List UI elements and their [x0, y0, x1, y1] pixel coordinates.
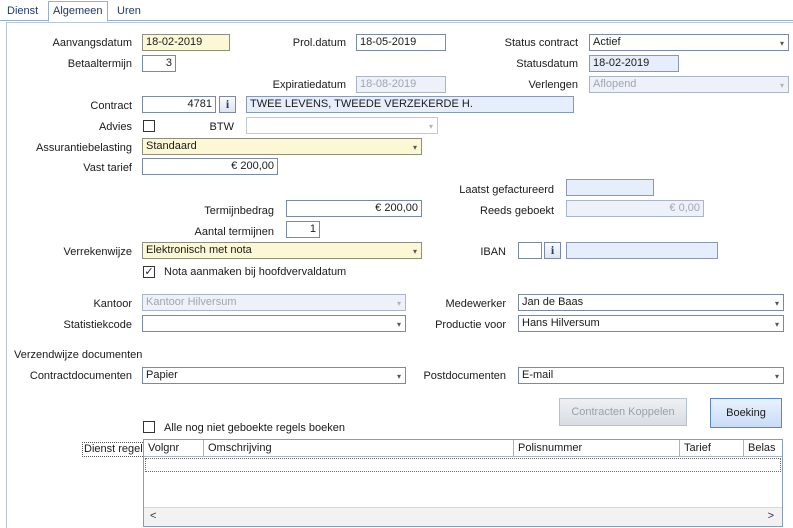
- productie-voor-dropdown[interactable]: Hans Hilversum ▾: [518, 315, 784, 332]
- expiratiedatum-field: 18-08-2019: [356, 76, 446, 93]
- column-volgnr[interactable]: Volgnr: [144, 440, 204, 457]
- laatst-gefactureerd-field: [566, 179, 654, 196]
- dienstregel-grid: Volgnr Omschrijving Polisnummer Tarief B…: [143, 439, 783, 527]
- postdocumenten-label: Postdocumenten: [423, 370, 506, 382]
- kantoor-dropdown: Kantoor Hilversum ▾: [142, 294, 406, 311]
- vast-tarief-label: Vast tarief: [83, 162, 132, 174]
- status-contract-dropdown[interactable]: Actief ▾: [589, 34, 789, 51]
- kantoor-label: Kantoor: [93, 298, 132, 310]
- medewerker-label: Medewerker: [445, 298, 506, 310]
- assurantiebelasting-value: Standaard: [146, 140, 197, 152]
- column-belas[interactable]: Belas: [744, 440, 782, 457]
- scroll-left-icon[interactable]: <: [150, 510, 156, 522]
- medewerker-dropdown[interactable]: Jan de Baas ▾: [518, 294, 784, 311]
- iban-field: [566, 242, 718, 259]
- verlengen-label: Verlengen: [528, 79, 578, 91]
- alle-regels-label: Alle nog niet geboekte regels boeken: [164, 422, 346, 434]
- btw-dropdown[interactable]: ▾: [246, 117, 438, 134]
- chevron-down-icon: ▾: [428, 122, 433, 131]
- aantal-termijnen-field[interactable]: 1: [286, 221, 320, 238]
- scroll-right-icon[interactable]: >: [768, 510, 774, 522]
- prol-datum-label: Prol.datum: [292, 37, 346, 49]
- betaaltermijn-label: Betaaltermijn: [67, 58, 132, 70]
- grid-new-row[interactable]: [145, 458, 781, 472]
- verrekenwijze-value: Elektronisch met nota: [146, 244, 252, 256]
- laatst-gefactureerd-label: Laatst gefactureerd: [459, 184, 554, 196]
- productie-voor-label: Productie voor: [435, 319, 506, 331]
- column-tarief[interactable]: Tarief: [680, 440, 744, 457]
- productie-voor-value: Hans Hilversum: [522, 317, 600, 329]
- termijnbedrag-label: Termijnbedrag: [204, 205, 274, 217]
- advies-checkbox[interactable]: [143, 120, 155, 132]
- horizontal-scrollbar[interactable]: < >: [144, 507, 782, 526]
- tab-dienst[interactable]: Dienst: [3, 3, 42, 19]
- verzendwijze-heading: Verzendwijze documenten: [14, 349, 143, 361]
- statistiekcode-dropdown[interactable]: ▾: [142, 315, 406, 332]
- iban-info-button[interactable]: i: [544, 242, 561, 259]
- verrekenwijze-dropdown[interactable]: Elektronisch met nota ▾: [142, 242, 422, 259]
- status-contract-value: Actief: [593, 36, 621, 48]
- vast-tarief-field[interactable]: € 200,00: [142, 158, 278, 175]
- verlengen-value: Aflopend: [593, 78, 637, 90]
- iban-label: IBAN: [480, 246, 506, 258]
- aanvangsdatum-field[interactable]: 18-02-2019: [142, 34, 230, 51]
- chevron-down-icon: ▾: [779, 81, 784, 90]
- dienstregel-label: Dienst regel: [82, 442, 145, 457]
- postdocumenten-dropdown[interactable]: E-mail ▾: [518, 367, 784, 384]
- tab-uren[interactable]: Uren: [113, 3, 145, 19]
- info-icon: i: [225, 97, 230, 111]
- chevron-down-icon: ▾: [774, 372, 779, 381]
- statusdatum-label: Statusdatum: [516, 58, 578, 70]
- advies-label: Advies: [98, 121, 132, 133]
- medewerker-value: Jan de Baas: [522, 296, 584, 308]
- contract-label: Contract: [90, 100, 132, 112]
- nota-aanmaken-label: Nota aanmaken bij hoofdvervaldatum: [164, 266, 347, 278]
- verrekenwijze-label: Verrekenwijze: [63, 246, 132, 258]
- chevron-down-icon: ▾: [774, 299, 779, 308]
- statistiekcode-label: Statistiekcode: [63, 319, 132, 331]
- assurantiebelasting-dropdown[interactable]: Standaard ▾: [142, 138, 422, 155]
- expiratiedatum-label: Expiratiedatum: [272, 79, 346, 91]
- chevron-down-icon: ▾: [774, 320, 779, 329]
- iban-country-field[interactable]: [518, 242, 542, 259]
- chevron-down-icon: ▾: [396, 372, 401, 381]
- contractdocumenten-value: Papier: [146, 369, 178, 381]
- status-contract-label: Status contract: [504, 37, 578, 49]
- contract-number-field[interactable]: 4781: [142, 96, 216, 113]
- aantal-termijnen-label: Aantal termijnen: [194, 226, 275, 238]
- column-omschrijving[interactable]: Omschrijving: [204, 440, 514, 457]
- chevron-down-icon: ▾: [779, 39, 784, 48]
- chevron-down-icon: ▾: [396, 299, 401, 308]
- nota-aanmaken-checkbox[interactable]: ✓: [143, 266, 155, 278]
- btw-label: BTW: [209, 121, 234, 133]
- alle-regels-checkbox[interactable]: [143, 421, 155, 433]
- reeds-geboekt-field: € 0,00: [566, 200, 704, 217]
- tab-algemeen[interactable]: Algemeen: [48, 1, 108, 22]
- termijnbedrag-field[interactable]: € 200,00: [286, 200, 422, 217]
- boeking-button[interactable]: Boeking: [710, 398, 782, 428]
- chevron-down-icon: ▾: [396, 320, 401, 329]
- assurantiebelasting-label: Assurantiebelasting: [35, 142, 132, 154]
- verlengen-dropdown: Aflopend ▾: [589, 76, 789, 93]
- statusdatum-field: 18-02-2019: [589, 55, 679, 72]
- postdocumenten-value: E-mail: [522, 369, 554, 381]
- contracten-koppelen-button[interactable]: Contracten Koppelen: [559, 398, 687, 426]
- tab-bar: Dienst Algemeen Uren: [0, 0, 793, 22]
- chevron-down-icon: ▾: [412, 247, 417, 256]
- contract-description-field: TWEE LEVENS, TWEEDE VERZEKERDE H.: [246, 96, 574, 113]
- contractdocumenten-dropdown[interactable]: Papier ▾: [142, 367, 406, 384]
- chevron-down-icon: ▾: [412, 143, 417, 152]
- betaaltermijn-field[interactable]: 3: [142, 55, 176, 72]
- contractdocumenten-label: Contractdocumenten: [29, 370, 132, 382]
- prol-datum-field[interactable]: 18-05-2019: [356, 34, 446, 51]
- reeds-geboekt-label: Reeds geboekt: [480, 205, 554, 217]
- contract-info-button[interactable]: i: [219, 96, 236, 113]
- kantoor-value: Kantoor Hilversum: [146, 296, 237, 308]
- info-icon: i: [550, 243, 555, 257]
- column-polisnummer[interactable]: Polisnummer: [514, 440, 680, 457]
- aanvangsdatum-label: Aanvangsdatum: [52, 37, 133, 49]
